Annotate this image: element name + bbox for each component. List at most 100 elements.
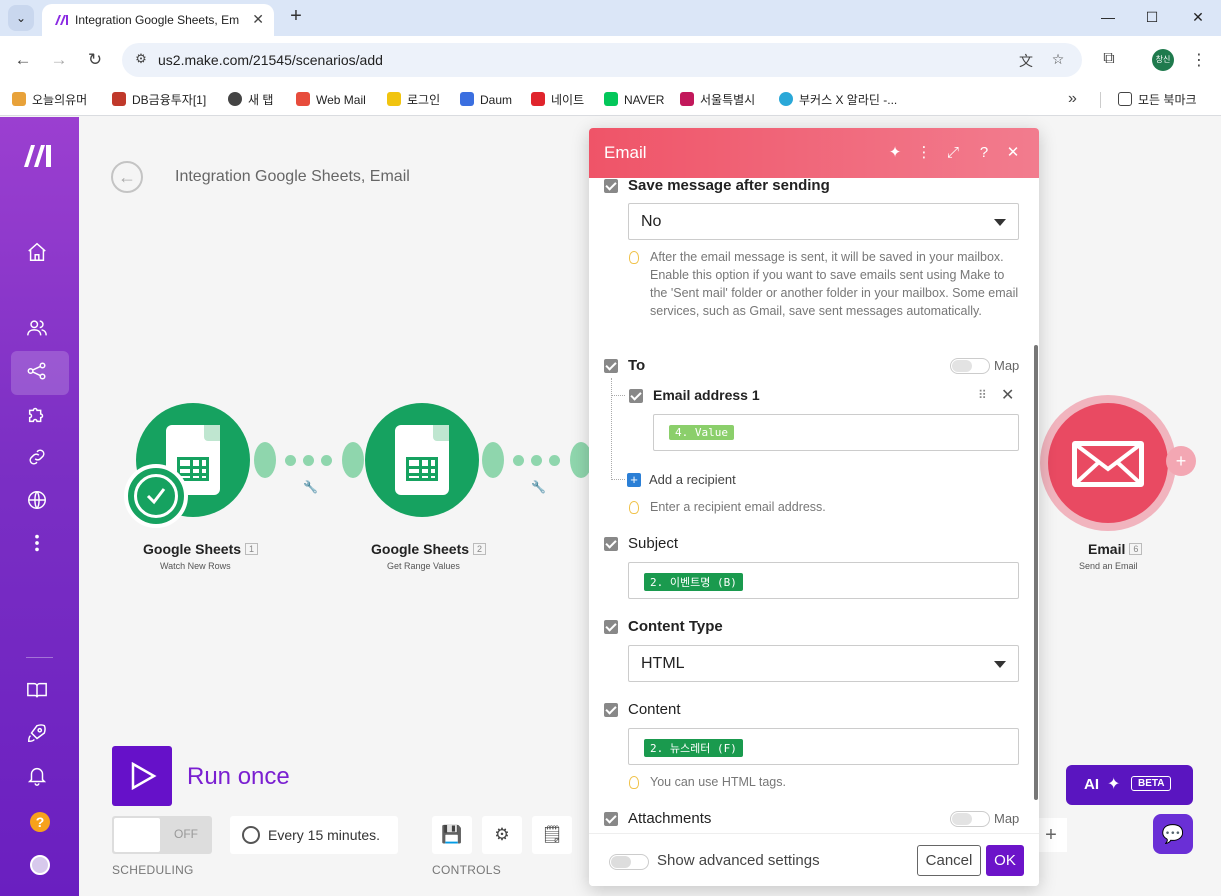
docs-book-icon[interactable] [26, 679, 54, 707]
panel-scrollbar[interactable] [1034, 345, 1038, 800]
attachments-checkbox[interactable] [604, 812, 618, 826]
browser-tab[interactable]: Integration Google Sheets, Em ✕ [42, 4, 274, 36]
globe-icon[interactable] [26, 489, 54, 517]
connector-handle[interactable] [342, 442, 364, 478]
menu-kebab-icon[interactable]: ⋮ [1188, 50, 1210, 72]
bookmark-item[interactable]: 새 탭 [228, 90, 273, 110]
to-checkbox[interactable] [604, 359, 618, 373]
schedule-interval[interactable]: Every 15 minutes. [230, 816, 398, 854]
extensions-icon[interactable]: ⧉ [1098, 50, 1120, 72]
save-message-select[interactable]: No [628, 203, 1019, 240]
mapped-value-pill[interactable]: 2. 뉴스레터 (F) [644, 739, 743, 757]
browser-tab-bar: ⌄ Integration Google Sheets, Em ✕ + — ☐ … [0, 0, 1221, 36]
add-module-icon[interactable]: + [1166, 446, 1196, 476]
cancel-button[interactable]: Cancel [917, 845, 981, 876]
chat-support-icon[interactable]: 💬 [1153, 814, 1193, 854]
save-icon[interactable]: 💾 [432, 816, 472, 854]
email-module[interactable] [1040, 395, 1176, 531]
make-logo[interactable] [22, 143, 60, 171]
bookmark-item[interactable]: NAVER [604, 90, 664, 110]
advanced-settings-toggle[interactable] [609, 854, 649, 870]
wrench-icon[interactable]: 🔧 [531, 480, 546, 494]
bookmark-item[interactable]: 네이트 [531, 90, 584, 110]
scenario-title[interactable]: Integration Google Sheets, Email [175, 168, 410, 186]
add-recipient-icon[interactable]: + [627, 473, 641, 487]
notifications-bell-icon[interactable] [26, 765, 54, 793]
scenarios-share-icon[interactable] [26, 360, 54, 388]
more-vertical-icon[interactable] [26, 532, 54, 560]
home-icon[interactable] [26, 241, 54, 269]
bookmark-favicon-icon [112, 92, 126, 106]
expand-icon[interactable]: ⤢ [943, 143, 963, 163]
tab-search-button[interactable]: ⌄ [8, 5, 34, 31]
module-1-action: Watch New Rows [160, 561, 231, 571]
email-address-checkbox[interactable] [629, 389, 643, 403]
add-recipient-link[interactable]: Add a recipient [649, 472, 736, 487]
google-sheets-module-2[interactable] [365, 403, 479, 517]
more-vertical-icon[interactable]: ⋮ [914, 143, 934, 163]
content-type-checkbox[interactable] [604, 620, 618, 634]
rocket-icon[interactable] [26, 722, 54, 750]
close-icon[interactable]: ✕ [1003, 143, 1023, 163]
bookmark-item[interactable]: 서울특별시 [680, 90, 755, 110]
notes-icon[interactable]: 🗒 [532, 816, 572, 854]
address-bar[interactable]: ⚙ us2.make.com/21545/scenarios/add 文 ☆ [122, 43, 1082, 77]
wrench-icon[interactable]: 🔧 [303, 480, 318, 494]
all-bookmarks-folder[interactable]: 모든 북마크 [1118, 90, 1197, 110]
connections-link-icon[interactable] [26, 446, 54, 474]
back-arrow-icon[interactable]: ← [11, 48, 35, 72]
profile-avatar[interactable]: 창신 [1152, 49, 1174, 71]
content-type-select[interactable]: HTML [628, 645, 1019, 682]
close-window-button[interactable]: ✕ [1183, 6, 1213, 28]
tab-close-icon[interactable]: ✕ [252, 11, 264, 28]
translate-icon[interactable]: 文 [1016, 51, 1036, 69]
ok-button[interactable]: OK [986, 845, 1024, 876]
run-once-button[interactable] [112, 746, 172, 806]
new-tab-button[interactable]: + [284, 5, 308, 29]
connector-handle[interactable] [482, 442, 504, 478]
apps-puzzle-icon[interactable] [26, 403, 54, 431]
module-1-title: Google Sheets 1 [143, 541, 259, 557]
drag-handle-icon[interactable]: ⠿ [978, 388, 987, 402]
remove-icon[interactable]: ✕ [1001, 385, 1014, 405]
subject-checkbox[interactable] [604, 537, 618, 551]
trigger-clock-icon[interactable] [124, 464, 188, 528]
email-address-input[interactable]: 4. Value [653, 414, 1019, 451]
team-icon[interactable] [26, 317, 54, 345]
advanced-settings-label[interactable]: Show advanced settings [657, 852, 820, 869]
site-info-icon[interactable]: ⚙ [132, 51, 150, 69]
run-once-label[interactable]: Run once [187, 763, 290, 791]
content-checkbox[interactable] [604, 703, 618, 717]
panel-body[interactable]: Save message after sending No After the … [589, 178, 1039, 833]
bookmark-item[interactable]: DB금융투자[1] [112, 90, 206, 110]
maximize-button[interactable]: ☐ [1137, 6, 1167, 28]
help-icon[interactable]: ? [974, 143, 994, 163]
user-avatar[interactable] [30, 855, 50, 875]
save-message-checkbox[interactable] [604, 179, 618, 193]
connector-handle[interactable] [254, 442, 276, 478]
content-input[interactable]: 2. 뉴스레터 (F) [628, 728, 1019, 765]
bookmark-star-icon[interactable]: ☆ [1048, 51, 1068, 69]
back-arrow-icon[interactable]: ← [111, 161, 143, 193]
ai-sparkle-icon[interactable]: ✦ [885, 143, 905, 163]
scheduling-toggle[interactable]: OFF [112, 816, 212, 854]
bookmark-item[interactable]: Web Mail [296, 90, 366, 110]
reload-icon[interactable]: ↻ [83, 48, 107, 72]
subject-input[interactable]: 2. 이벤트명 (B) [628, 562, 1019, 599]
settings-gear-icon[interactable]: ⚙ [482, 816, 522, 854]
ai-assistant-button[interactable]: AI ✦ BETA [1066, 765, 1193, 805]
forward-arrow-icon[interactable]: → [47, 48, 71, 72]
add-icon[interactable]: + [1035, 818, 1067, 852]
bookmark-item[interactable]: Daum [460, 90, 512, 110]
bookmark-item[interactable]: 로그인 [387, 90, 440, 110]
minimize-button[interactable]: — [1093, 6, 1123, 28]
url-text[interactable]: us2.make.com/21545/scenarios/add [158, 52, 383, 68]
bookmarks-overflow-icon[interactable]: » [1068, 90, 1077, 108]
bookmark-item[interactable]: 오늘의유머 [12, 90, 87, 110]
mapped-value-pill[interactable]: 2. 이벤트명 (B) [644, 573, 743, 591]
to-map-toggle[interactable] [950, 358, 990, 374]
mapped-value-pill[interactable]: 4. Value [669, 425, 734, 440]
attachments-map-toggle[interactable] [950, 811, 990, 827]
help-icon[interactable]: ? [30, 812, 50, 832]
bookmark-item[interactable]: 부커스 X 알라딘 -... [779, 90, 897, 110]
